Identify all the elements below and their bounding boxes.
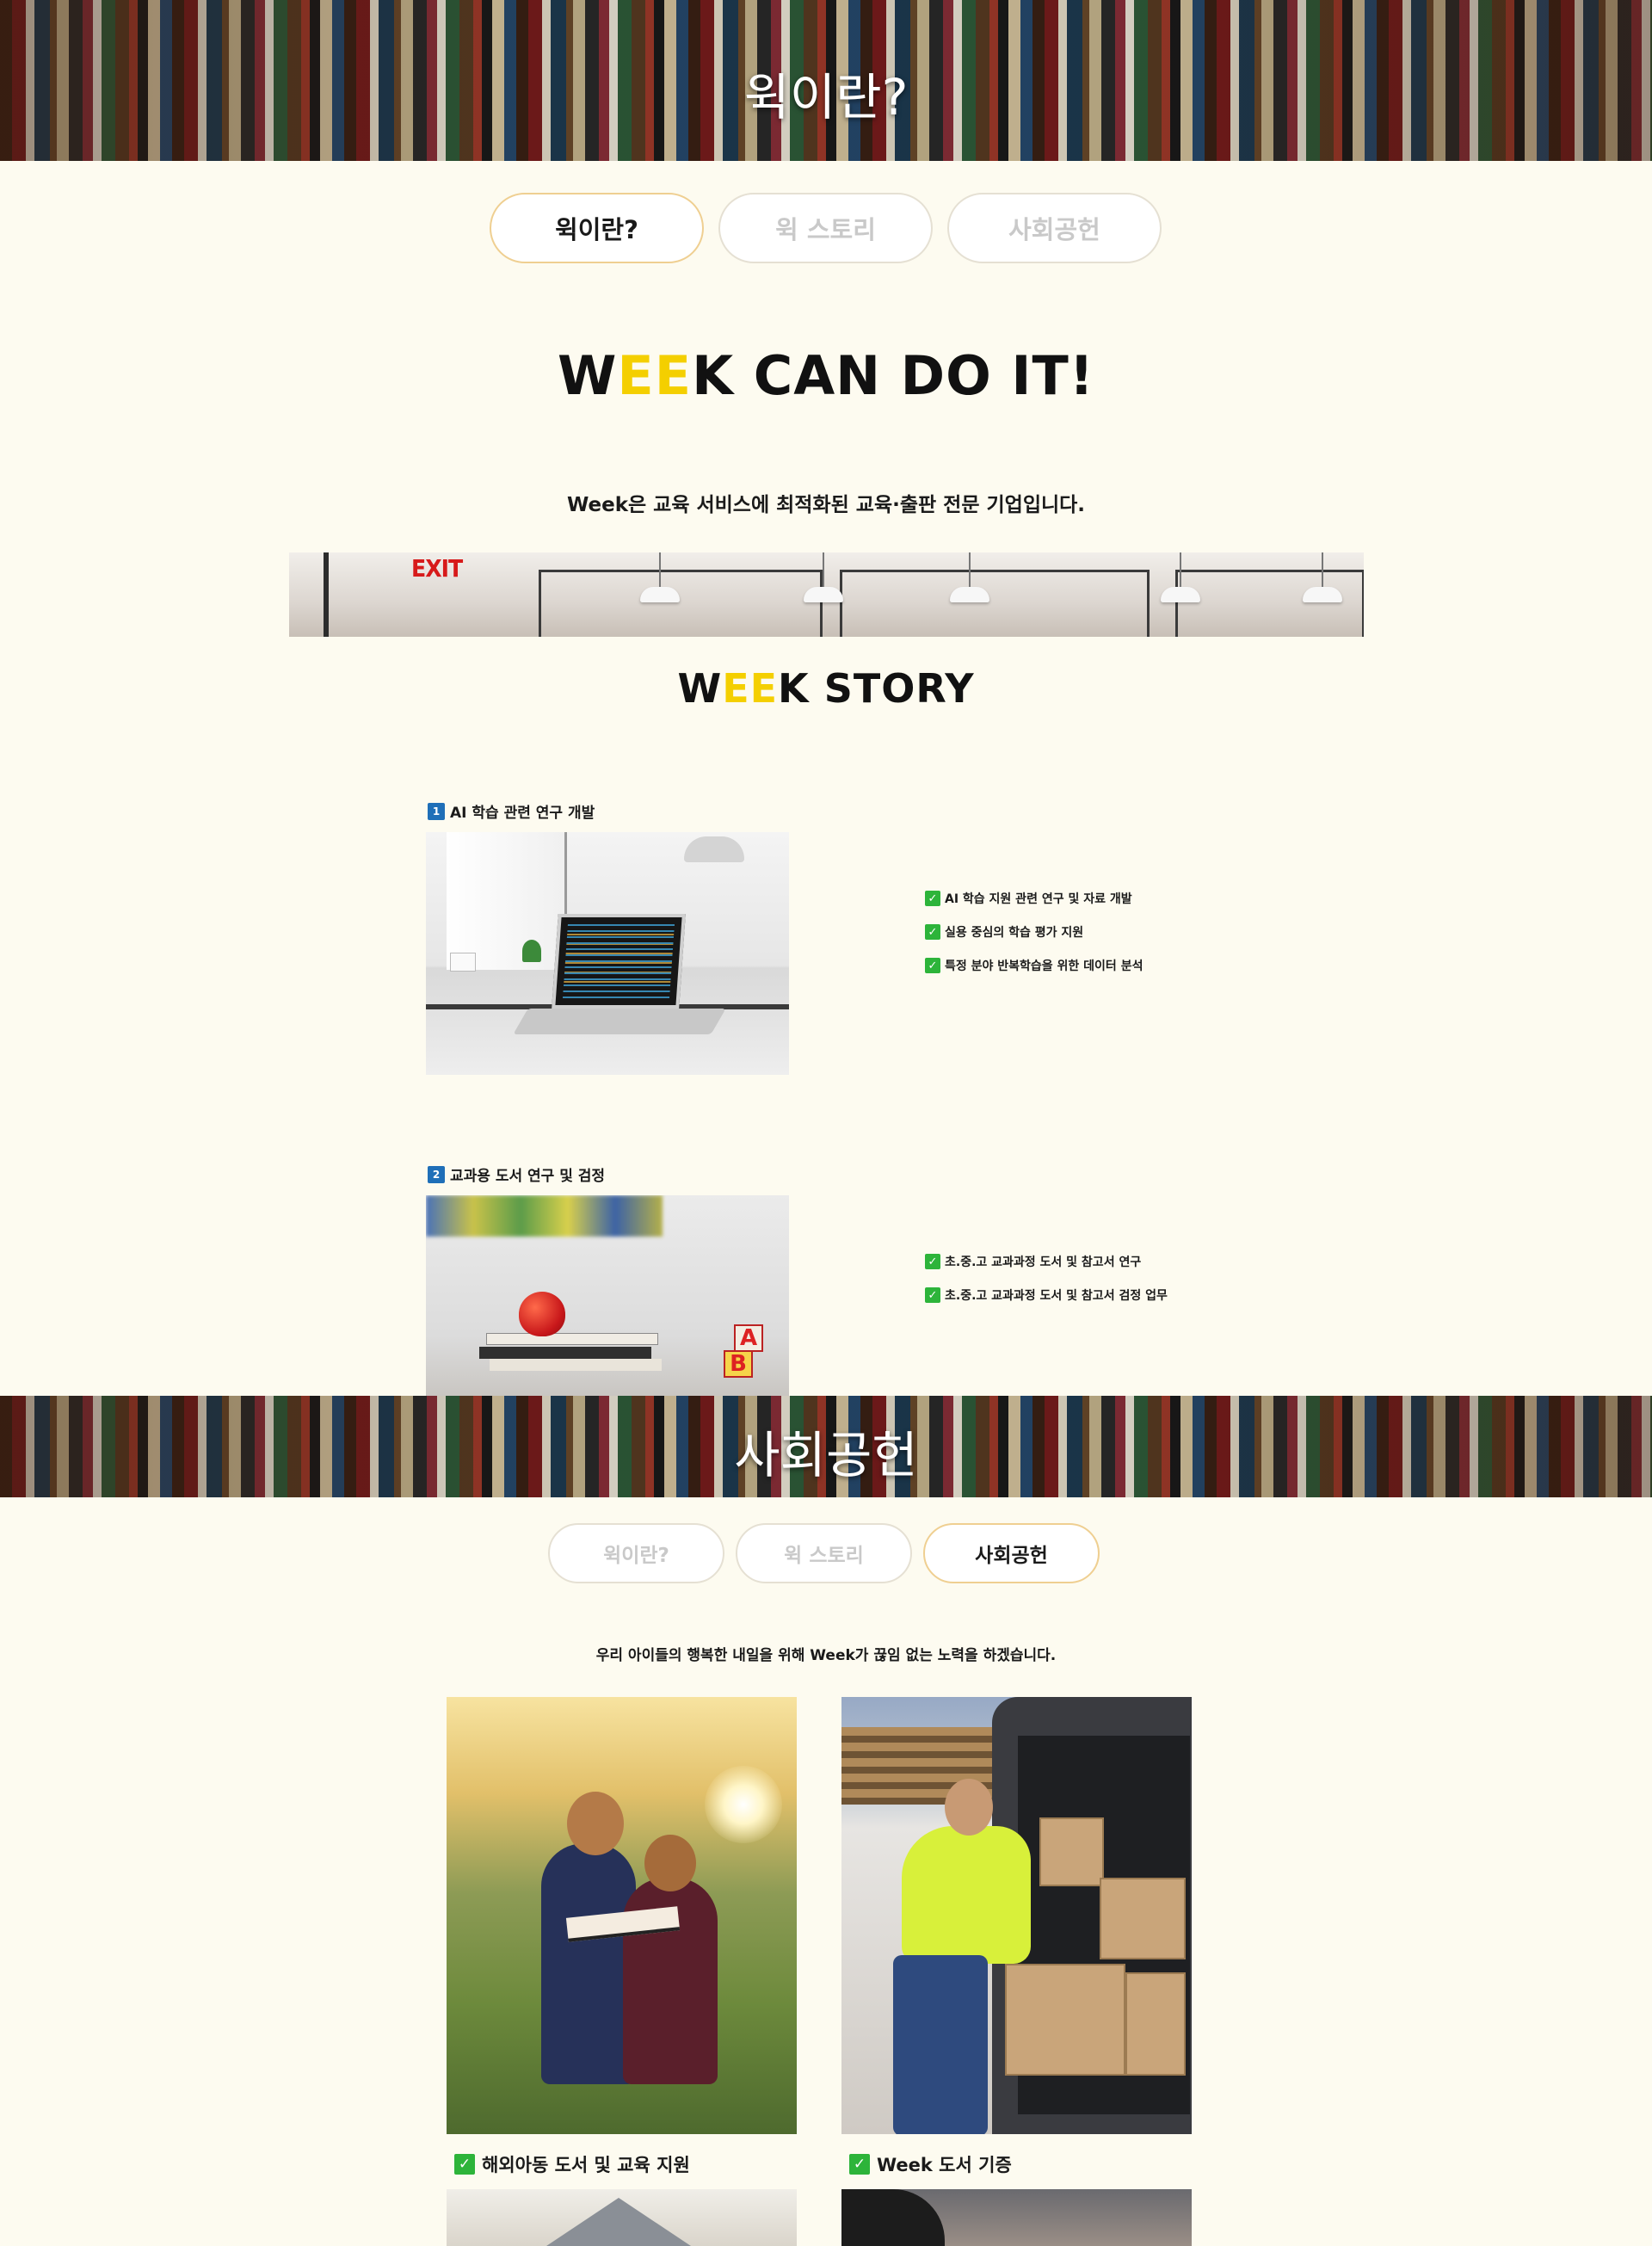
check-icon: ✓ [925, 1287, 940, 1303]
check-icon: ✓ [925, 1254, 940, 1269]
point-item: ✓ 특정 분야 반복학습을 위한 데이터 분석 [925, 957, 1143, 974]
laptop-photo [426, 832, 789, 1075]
social-label-text: 해외아동 도서 및 교육 지원 [482, 2155, 690, 2175]
point-text: AI 학습 지원 관련 연구 및 자료 개발 [945, 892, 1132, 906]
social-item-2-label: ✓ Week 도서 기증 [849, 2151, 1012, 2177]
kids-reading-photo [447, 1697, 797, 2134]
point-item: ✓ 초.중.고 교과과정 도서 및 참고서 연구 [925, 1253, 1168, 1270]
story-item-1-title: 1 AI 학습 관련 연구 개발 [428, 800, 595, 822]
social-label-text: Week 도서 기증 [877, 2155, 1012, 2175]
story-brand-rest: K STORY [778, 665, 975, 712]
banner-title: 윅이란? [743, 68, 909, 126]
hero-subtitle: Week은 교육 서비스에 최적화된 교육·출판 전문 기업입니다. [566, 494, 1086, 516]
story-item-title-text: AI 학습 관련 연구 개발 [450, 805, 595, 822]
point-item: ✓ AI 학습 지원 관련 연구 및 자료 개발 [925, 890, 1143, 907]
banner-bookshelf-social: 사회공헌 [0, 1396, 1652, 1497]
point-item: ✓ 실용 중심의 학습 평가 지원 [925, 923, 1143, 941]
check-icon: ✓ [454, 2154, 475, 2175]
banner-social-title: 사회공헌 [734, 1426, 918, 1484]
story-item-2-points: ✓ 초.중.고 교과과정 도서 및 참고서 연구 ✓ 초.중.고 교과과정 도서 및… [925, 1253, 1168, 1320]
tab-story[interactable]: 윅 스토리 [718, 193, 933, 263]
book-donation-photo [841, 1697, 1192, 2134]
story-brand-title: WEEK STORY [0, 665, 1652, 712]
point-text: 초.중.고 교과과정 도서 및 참고서 검정 업무 [945, 1289, 1168, 1303]
check-icon: ✓ [925, 958, 940, 973]
tab-about[interactable]: 윅이란? [490, 193, 704, 263]
tab-story[interactable]: 윅 스토리 [736, 1523, 912, 1583]
exit-sign: EXIT [411, 554, 463, 583]
story-item-2-title: 2 교과용 도서 연구 및 검정 [428, 1163, 605, 1185]
check-icon: ✓ [925, 891, 940, 906]
social-intro: 우리 아이들의 행복한 내일을 위해 Week가 끊임 없는 노력을 하겠습니다… [595, 1647, 1057, 1664]
tab-social[interactable]: 사회공헌 [923, 1523, 1100, 1583]
point-text: 특정 분야 반복학습을 위한 데이터 분석 [945, 959, 1143, 973]
office-photo: EXIT [289, 552, 1364, 637]
hero-brand-title: WEEK CAN DO IT! [0, 344, 1652, 407]
tab-bar-top: 윅이란? 윅 스토리 사회공헌 [490, 193, 1162, 263]
building-photo [447, 2189, 797, 2246]
brand-ee: EE [617, 344, 693, 407]
tab-social[interactable]: 사회공헌 [947, 193, 1162, 263]
apple-books-photo: A B [426, 1195, 789, 1396]
point-text: 실용 중심의 학습 평가 지원 [945, 926, 1084, 940]
check-icon: ✓ [925, 924, 940, 940]
story-item-title-text: 교과용 도서 연구 및 검정 [450, 1168, 606, 1185]
sunset-photo [841, 2189, 1192, 2246]
story-item-1-points: ✓ AI 학습 지원 관련 연구 및 자료 개발 ✓ 실용 중심의 학습 평가 지원… [925, 890, 1143, 990]
story-brand-ee: EE [722, 665, 779, 712]
social-item-1-label: ✓ 해외아동 도서 및 교육 지원 [454, 2151, 690, 2177]
number-2-icon: 2 [428, 1165, 445, 1183]
banner-bookshelf-top: 윅이란? [0, 0, 1652, 161]
story-brand-w: W [677, 665, 723, 712]
check-icon: ✓ [849, 2154, 870, 2175]
number-1-icon: 1 [428, 802, 445, 820]
tab-bar-social: 윅이란? 윅 스토리 사회공헌 [548, 1523, 1100, 1583]
tab-about[interactable]: 윅이란? [548, 1523, 724, 1583]
brand-w: W [557, 344, 618, 407]
point-text: 초.중.고 교과과정 도서 및 참고서 연구 [945, 1256, 1142, 1269]
point-item: ✓ 초.중.고 교과과정 도서 및 참고서 검정 업무 [925, 1287, 1168, 1304]
brand-rest: K CAN DO IT! [692, 344, 1095, 407]
